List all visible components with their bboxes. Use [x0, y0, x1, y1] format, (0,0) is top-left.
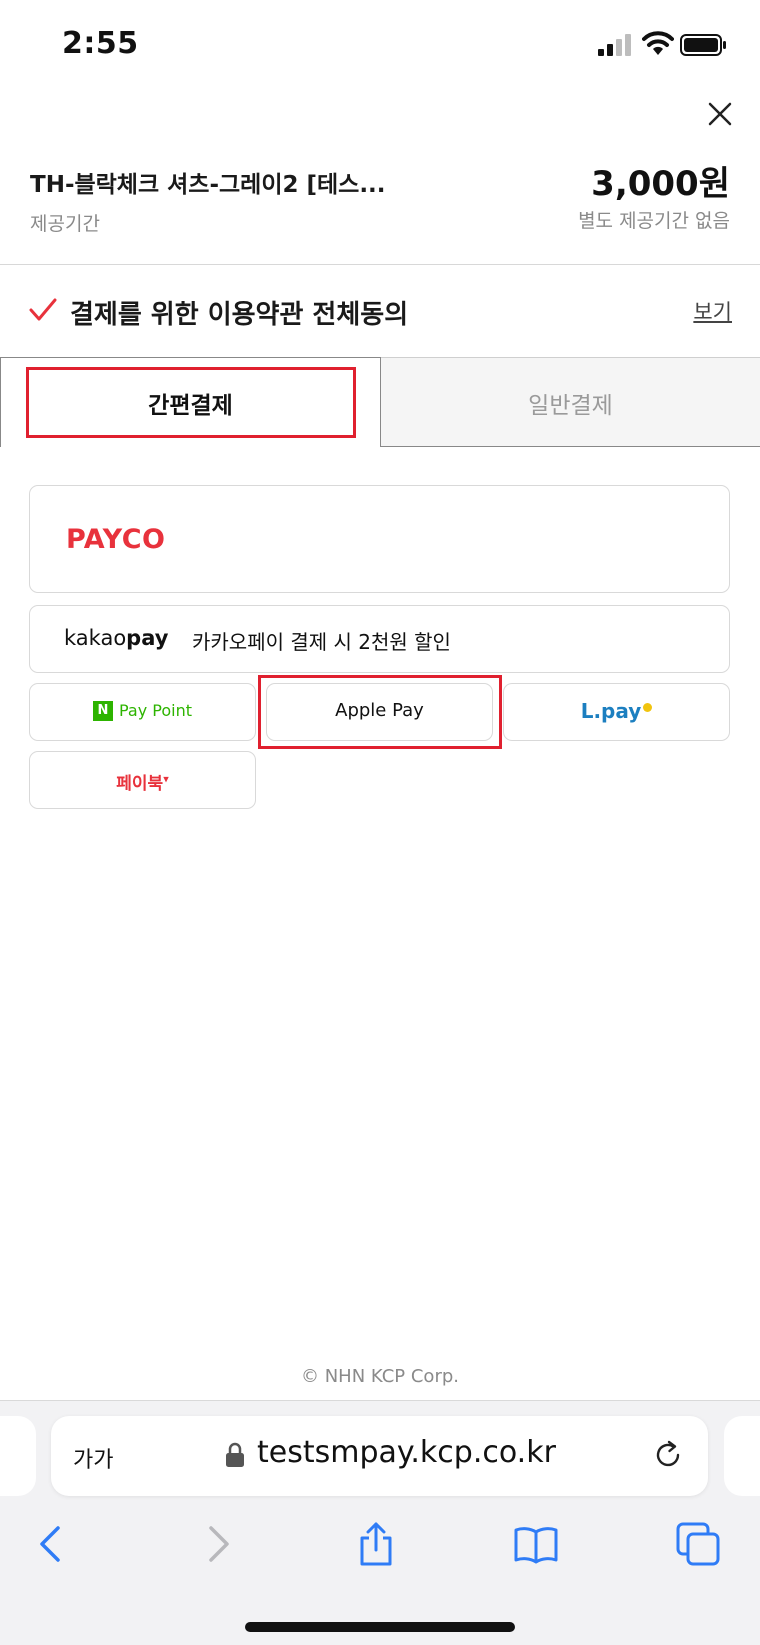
terms-agreement-label: 결제를 위한 이용약관 전체동의	[70, 300, 409, 330]
tab-easy-payment[interactable]: 간편결제	[0, 357, 381, 447]
forward-icon[interactable]	[193, 1520, 241, 1568]
view-terms-link[interactable]: 보기	[693, 296, 732, 326]
lock-icon	[226, 1442, 244, 1467]
next-tab-peek[interactable]	[724, 1416, 760, 1496]
bookmarks-icon[interactable]	[512, 1520, 560, 1568]
paybook-option[interactable]: 페이북▾	[29, 751, 256, 809]
tab-easy-payment-label: 간편결제	[148, 393, 233, 419]
address-bar[interactable]: 가가 testsmpay.kcp.co.kr	[51, 1416, 708, 1496]
cellular-signal-icon	[598, 34, 631, 56]
reload-icon[interactable]	[651, 1438, 685, 1472]
tab-general-payment[interactable]: 일반결제	[381, 357, 760, 446]
naver-pay-label: Pay Point	[118, 701, 192, 720]
kakaopay-logo: kakaopay	[64, 626, 168, 650]
product-price: 3,000원	[591, 164, 730, 204]
period-label: 제공기간	[30, 213, 100, 235]
lpay-option[interactable]: L.pay	[503, 683, 730, 741]
payco-logo: PAYCO	[66, 524, 166, 555]
period-value: 별도 제공기간 없음	[578, 210, 730, 232]
apple-pay-option[interactable]: Apple Pay	[266, 683, 493, 741]
naver-n-icon: N	[92, 700, 113, 721]
reader-options-button[interactable]: 가가	[73, 1442, 113, 1474]
kakaopay-option[interactable]: kakaopay 카카오페이 결제 시 2천원 할인	[29, 605, 730, 673]
terms-agreement-row[interactable]: 결제를 위한 이용약관 전체동의 보기	[28, 290, 732, 334]
lpay-badge-icon	[643, 703, 653, 712]
tab-general-payment-label: 일반결제	[528, 393, 613, 419]
wifi-icon	[642, 31, 674, 55]
product-name: TH-블락체크 셔츠-그레이2 [테스...	[30, 172, 386, 198]
back-icon[interactable]	[28, 1520, 76, 1568]
close-icon[interactable]	[700, 94, 740, 134]
share-icon[interactable]	[352, 1520, 400, 1568]
tabs-icon[interactable]	[674, 1520, 722, 1568]
kakaopay-logo-prefix: kakao	[64, 626, 127, 650]
divider	[0, 264, 760, 265]
paybook-label: 페이북	[116, 774, 164, 794]
payco-option[interactable]: PAYCO	[29, 485, 730, 593]
checkmark-icon[interactable]	[28, 296, 58, 324]
previous-tab-peek[interactable]	[0, 1416, 36, 1496]
status-bar: 2:55	[0, 0, 760, 90]
status-time: 2:55	[62, 26, 139, 61]
url-text[interactable]: testsmpay.kcp.co.kr	[257, 1435, 556, 1470]
paybook-logo: 페이북▾	[116, 772, 169, 794]
apple-pay-label: Apple Pay	[335, 700, 424, 721]
naver-pay-point-option[interactable]: N Pay Point	[29, 683, 256, 741]
kakaopay-logo-suffix: pay	[126, 626, 169, 650]
copyright-text: © NHN KCP Corp.	[300, 1366, 459, 1387]
home-indicator	[245, 1622, 515, 1632]
battery-icon	[680, 34, 726, 56]
lpay-logo: L.pay	[504, 699, 729, 723]
naver-pay-logo: N Pay Point	[30, 700, 255, 721]
lpay-label: L.pay	[580, 699, 642, 723]
kakaopay-promo-text: 카카오페이 결제 시 2천원 할인	[192, 630, 451, 654]
